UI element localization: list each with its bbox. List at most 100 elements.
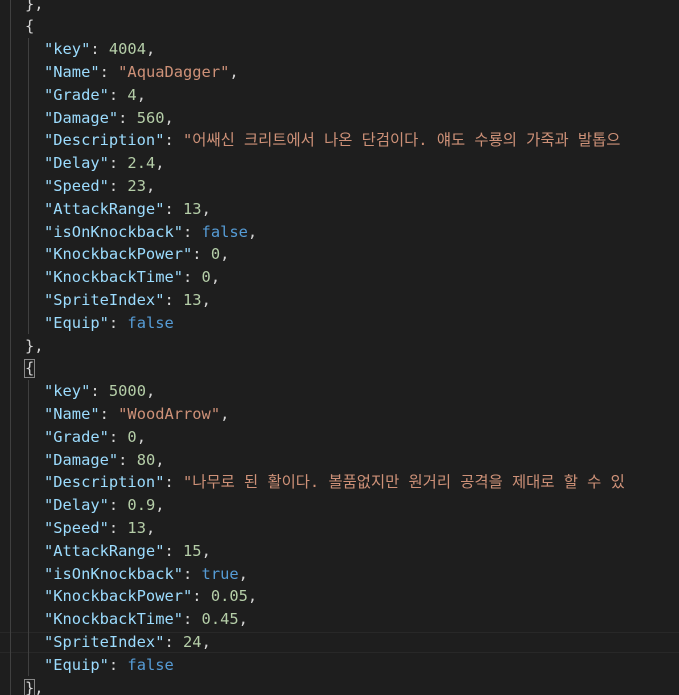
comma: ,	[155, 496, 165, 515]
colon: :	[164, 290, 184, 309]
comma: ,	[201, 199, 211, 218]
colon: :	[192, 245, 211, 264]
code-line-field[interactable]: "isOnKnockback": false,	[44, 221, 257, 244]
colon: :	[164, 541, 184, 560]
json-key: "Grade"	[44, 85, 109, 104]
json-value: 0	[210, 245, 221, 264]
code-line-field[interactable]: "isOnKnockback": true,	[44, 563, 248, 586]
json-value: "AquaDagger"	[118, 62, 230, 81]
code-line-field[interactable]: "KnockbackTime": 0,	[44, 266, 220, 289]
brace-close: },	[25, 336, 44, 355]
colon: :	[108, 518, 128, 537]
indent-guide-inner	[28, 380, 29, 677]
json-value: 24	[183, 632, 202, 651]
code-line-field[interactable]: "Description": "나무로 된 활이다. 볼품없지만 원거리 공격을…	[44, 471, 625, 494]
code-line-field[interactable]: "Speed": 23,	[44, 175, 155, 198]
json-value: false	[127, 655, 174, 674]
colon: :	[90, 382, 109, 401]
code-line-field[interactable]: "Speed": 13,	[44, 517, 155, 540]
code-line-field[interactable]: "Description": "어쌔신 크리트에서 나온 단검이다. 얘도 수룡…	[44, 129, 620, 152]
comma: ,	[247, 222, 258, 241]
json-key: "key"	[44, 382, 91, 401]
comma: ,	[210, 268, 221, 287]
json-key: "AttackRange"	[44, 199, 165, 218]
code-line-object-close[interactable]: },	[25, 335, 44, 358]
code-line-field[interactable]: "SpriteIndex": 13,	[44, 289, 211, 312]
comma: ,	[201, 541, 211, 560]
json-key: "Description"	[44, 131, 165, 150]
json-value: 0.05	[210, 587, 248, 606]
colon: :	[99, 62, 119, 81]
code-line-field[interactable]: "key": 4004,	[44, 38, 155, 61]
json-value: 4	[127, 85, 137, 104]
json-key: "SpriteIndex"	[44, 290, 165, 309]
code-line-field[interactable]: "KnockbackPower": 0,	[44, 243, 229, 266]
code-line-field[interactable]: "AttackRange": 15,	[44, 540, 211, 563]
colon: :	[118, 450, 137, 469]
comma: ,	[155, 154, 165, 173]
json-key: "SpriteIndex"	[44, 632, 165, 651]
json-key: "Damage"	[44, 450, 119, 469]
code-line-field[interactable]: "Grade": 4,	[44, 84, 146, 107]
bracket-match-highlight	[24, 678, 35, 695]
colon: :	[108, 427, 128, 446]
code-line-partial-close[interactable]: },	[25, 0, 44, 15]
json-key: "Speed"	[44, 518, 109, 537]
json-key: "Grade"	[44, 427, 109, 446]
code-line-field[interactable]: "Damage": 560,	[44, 107, 174, 130]
comma: ,	[136, 427, 146, 446]
colon: :	[183, 610, 202, 629]
brace-open: {	[25, 17, 35, 36]
colon: :	[164, 473, 184, 492]
code-line-field[interactable]: "Grade": 0,	[44, 426, 146, 449]
colon: :	[183, 564, 202, 583]
json-value: true	[201, 564, 239, 583]
code-line-field[interactable]: "KnockbackPower": 0.05,	[44, 585, 257, 608]
bracket-match-highlight	[24, 359, 35, 379]
comma: ,	[145, 382, 156, 401]
code-editor[interactable]: },{"key": 4004, "Name": "AquaDagger", "Gra…	[0, 0, 679, 695]
code-line-object-open[interactable]: {	[25, 15, 34, 38]
colon: :	[108, 496, 128, 515]
code-line-field[interactable]: "Equip": false	[44, 654, 174, 677]
code-line-field[interactable]: "Name": "WoodArrow",	[44, 403, 229, 426]
json-value: 23	[127, 176, 146, 195]
code-line-field[interactable]: "Delay": 2.4,	[44, 152, 165, 175]
json-value: "나무로 된 활이다. 볼품없지만 원거리 공격을 제대로 할 수 있	[183, 473, 625, 492]
colon: :	[192, 587, 211, 606]
code-line-field[interactable]: "Equip": false	[44, 312, 174, 335]
json-value: 0.9	[127, 496, 156, 515]
json-value: 5000	[108, 382, 146, 401]
indent-guide-inner	[28, 38, 29, 335]
code-line-field[interactable]: "AttackRange": 13,	[44, 198, 211, 221]
code-line-field[interactable]: "KnockbackTime": 0.45,	[44, 608, 248, 631]
json-value: 2.4	[127, 154, 156, 173]
json-value: 13	[127, 518, 146, 537]
colon: :	[164, 632, 184, 651]
json-key: "isOnKnockback"	[44, 222, 183, 241]
code-line-field[interactable]: "SpriteIndex": 24,	[44, 631, 211, 654]
json-key: "Delay"	[44, 154, 109, 173]
json-key: "Delay"	[44, 496, 109, 515]
json-key: "Equip"	[44, 655, 109, 674]
colon: :	[90, 40, 109, 59]
code-line-field[interactable]: "Name": "AquaDagger",	[44, 61, 239, 84]
json-key: "Name"	[44, 404, 100, 423]
json-key: "Equip"	[44, 313, 109, 332]
code-line-field[interactable]: "key": 5000,	[44, 380, 155, 403]
comma: ,	[220, 404, 230, 423]
comma: ,	[164, 108, 174, 127]
comma: ,	[145, 176, 156, 195]
colon: :	[183, 268, 202, 287]
comma: ,	[136, 85, 146, 104]
json-key: "Speed"	[44, 176, 109, 195]
code-line-field[interactable]: "Damage": 80,	[44, 449, 165, 472]
colon: :	[164, 199, 184, 218]
indent-guide-outer	[10, 0, 11, 695]
json-value: 0	[201, 268, 211, 287]
colon: :	[118, 108, 137, 127]
code-line-field[interactable]: "Delay": 0.9,	[44, 494, 165, 517]
json-value: 560	[136, 108, 165, 127]
json-key: "KnockbackTime"	[44, 268, 183, 287]
json-key: "Name"	[44, 62, 100, 81]
